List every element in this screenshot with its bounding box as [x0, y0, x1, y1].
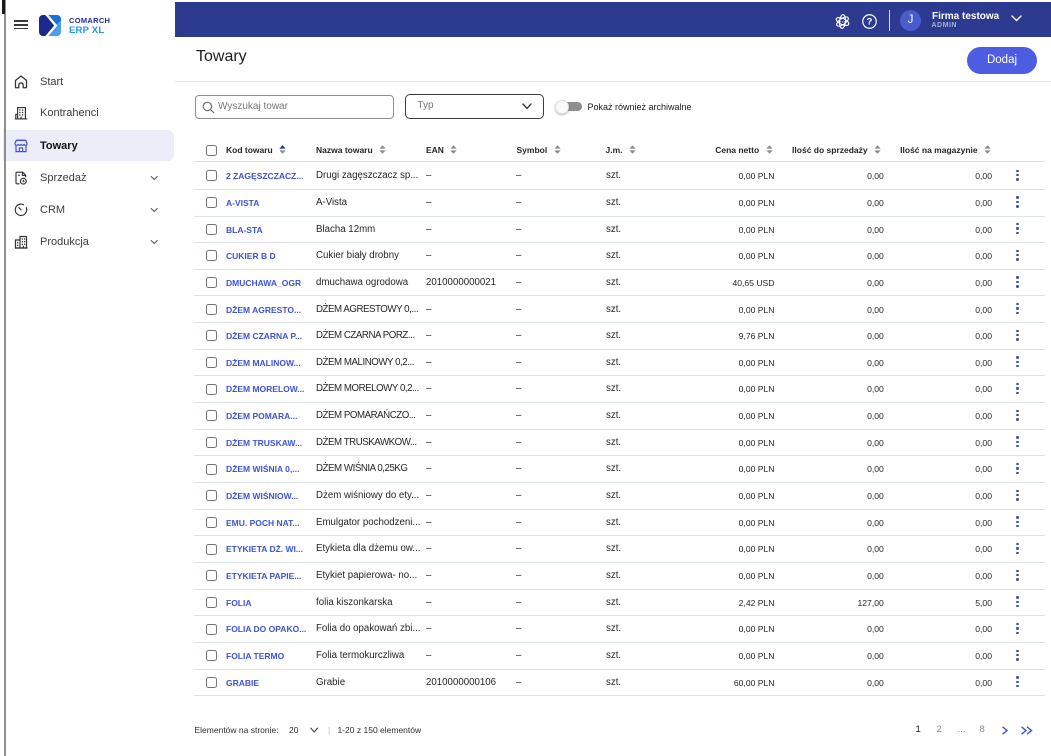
- svg-text:?: ?: [866, 16, 872, 27]
